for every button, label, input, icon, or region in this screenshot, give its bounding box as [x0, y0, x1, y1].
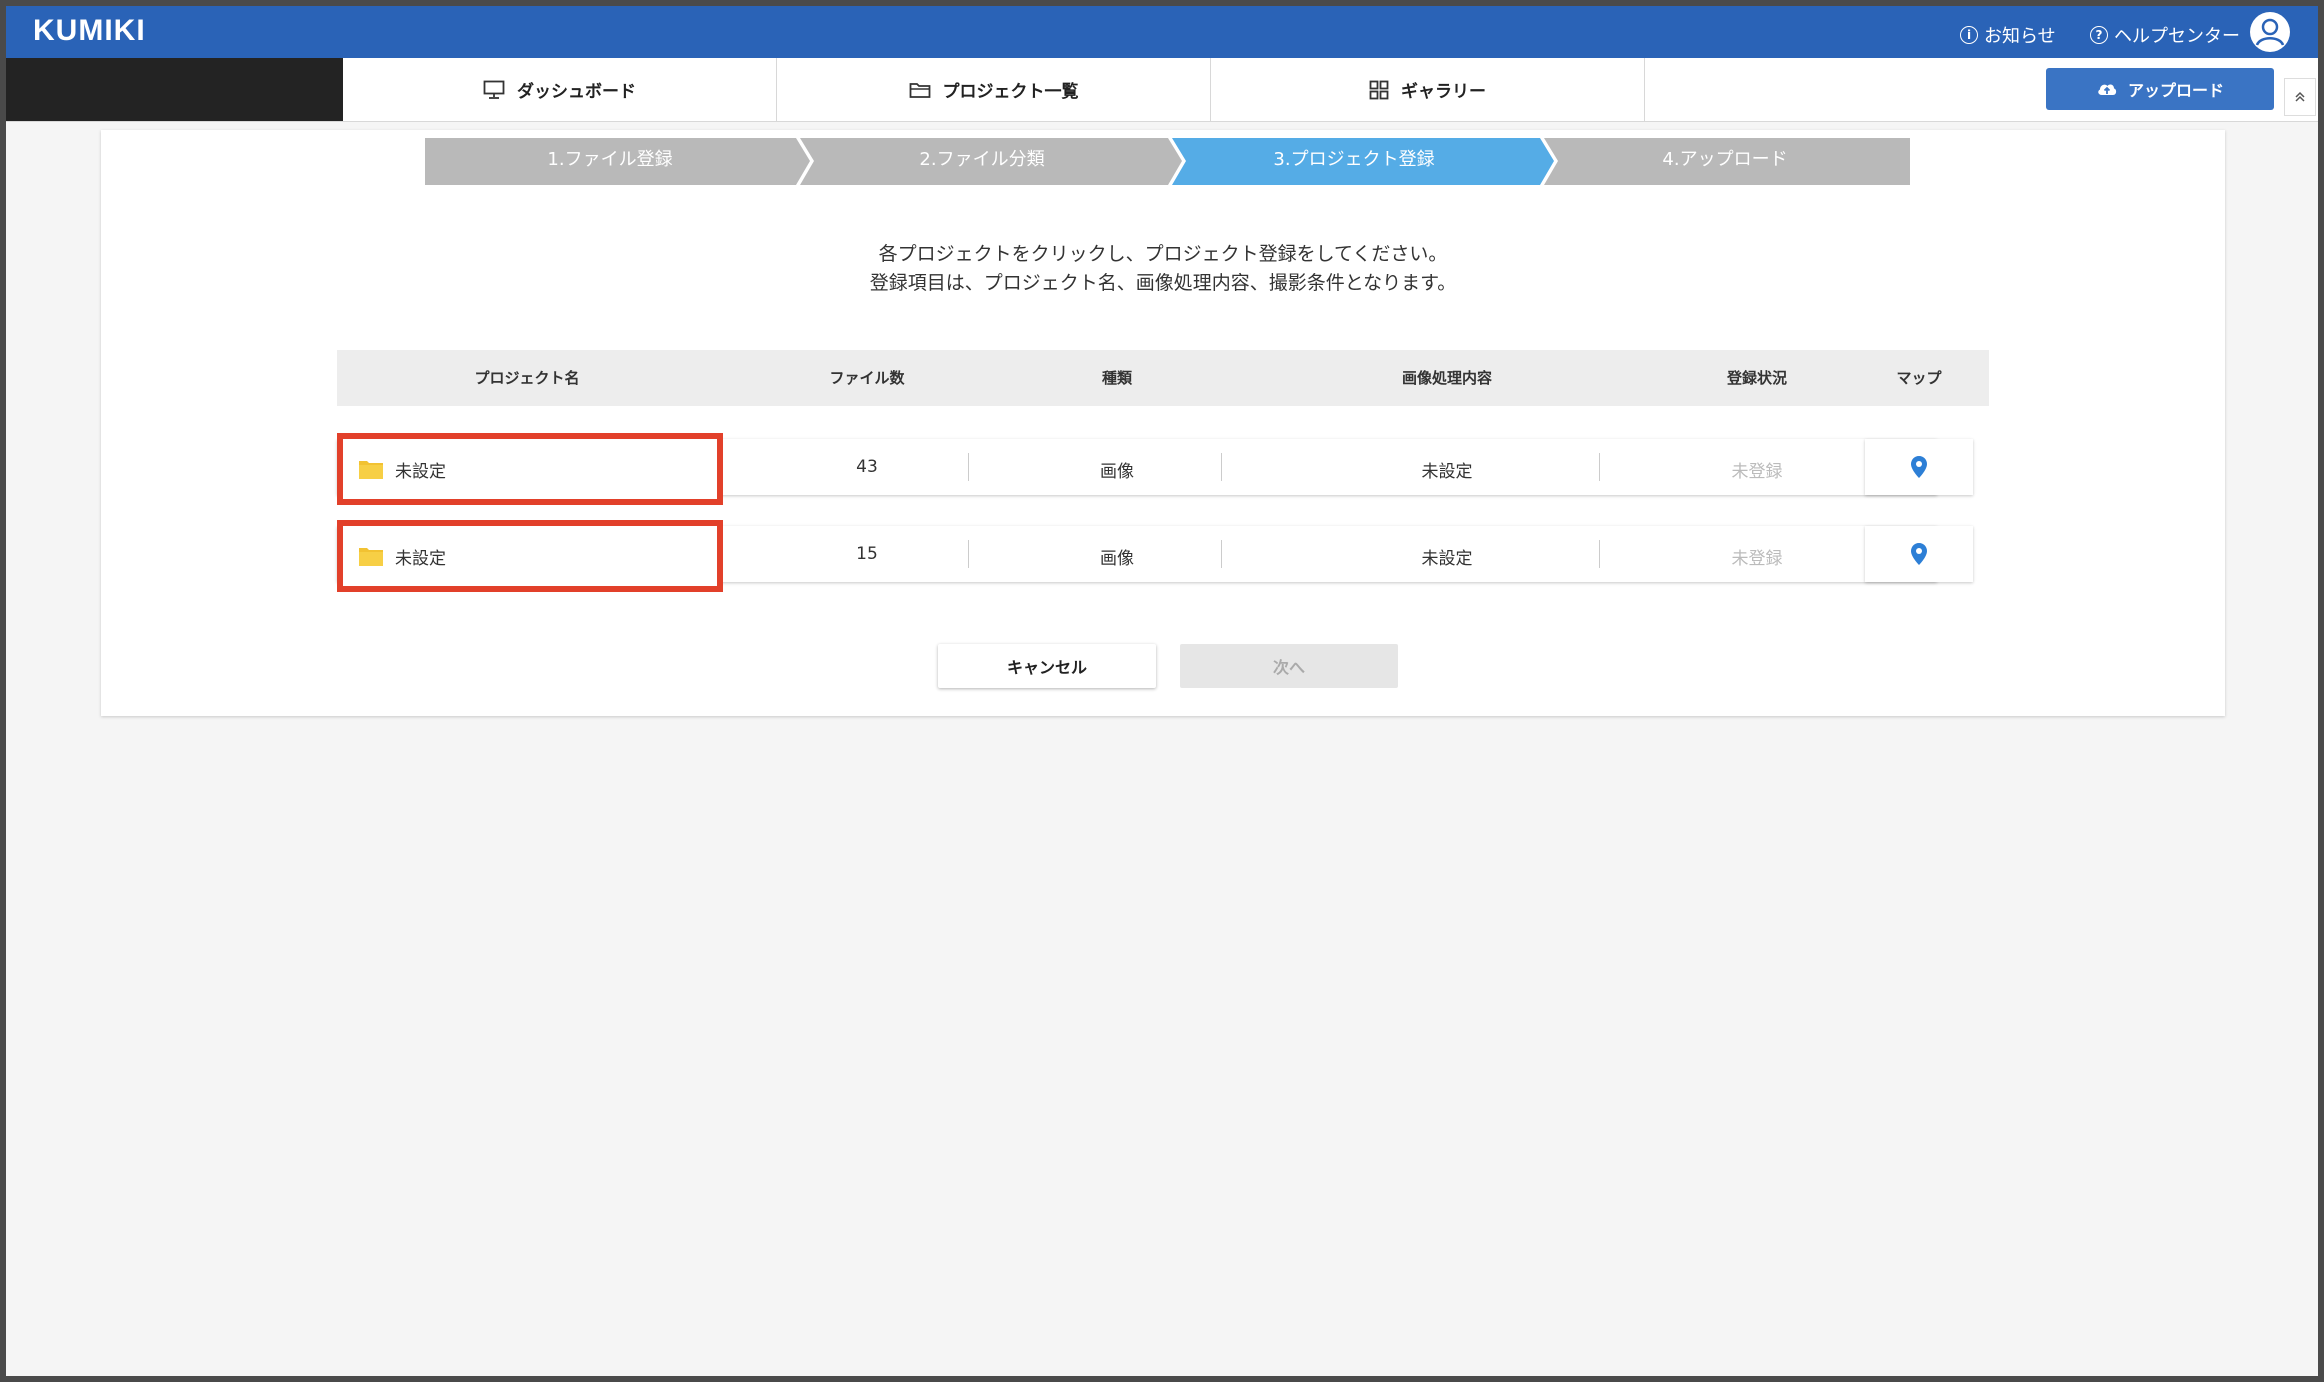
upload-button-label: アップロード: [2127, 81, 2224, 100]
map-pin-button[interactable]: [1865, 526, 1973, 582]
tab-dashboard[interactable]: ダッシュボード: [343, 58, 777, 121]
folder-icon: [359, 461, 383, 479]
header-map: マップ: [1896, 369, 1942, 387]
project-name: 未設定: [395, 462, 446, 482]
tab-project-list[interactable]: プロジェクト一覧: [777, 58, 1211, 121]
project-name: 未設定: [395, 549, 446, 569]
header-file-count: ファイル数: [829, 369, 905, 387]
column-divider: [968, 453, 969, 481]
table-header: プロジェクト名 ファイル数 種類 画像処理内容 登録状況 マップ: [337, 350, 1989, 406]
registration-status: 未登録: [1731, 462, 1783, 482]
notice-label: お知らせ: [1984, 26, 2056, 47]
registration-status: 未登録: [1731, 549, 1783, 569]
column-divider: [1221, 453, 1222, 481]
notice-link[interactable]: i お知らせ: [1960, 22, 2056, 48]
top-bar: KUMIKI i お知らせ ? ヘルプセンター: [6, 6, 2318, 58]
table-row: 15 画像 未設定 未登録 未設定: [337, 520, 1989, 592]
folder-icon: [909, 82, 930, 98]
project-name-cell-highlighted[interactable]: 未設定: [337, 520, 723, 592]
tab-dashboard-label: ダッシュボード: [517, 82, 636, 102]
instruction-line-2: 登録項目は、プロジェクト名、画像処理内容、撮影条件となります。: [869, 272, 1457, 294]
tab-gallery-label: ギャラリー: [1401, 82, 1486, 102]
collapse-header-button[interactable]: [2284, 78, 2316, 116]
column-divider: [1221, 540, 1222, 568]
step-1: 1.ファイル登録: [547, 149, 673, 170]
processing: 未設定: [1421, 462, 1473, 482]
step-3-active: 3.プロジェクト登録: [1273, 149, 1435, 170]
tab-gallery[interactable]: ギャラリー: [1211, 58, 1645, 121]
file-type: 画像: [1100, 549, 1134, 569]
column-divider: [1599, 453, 1600, 481]
app-window: KUMIKI i お知らせ ? ヘルプセンター ダッシュボード プロジェクト一覧…: [6, 6, 2318, 1376]
header-processing: 画像処理内容: [1401, 369, 1492, 387]
tab-project-list-label: プロジェクト一覧: [942, 82, 1079, 102]
map-pin-icon: [1911, 456, 1927, 478]
header-type: 種類: [1101, 369, 1132, 387]
step-progress: 1.ファイル登録 2.ファイル分類 3.プロジェクト登録 4.アップロード: [101, 130, 2225, 185]
cancel-button[interactable]: キャンセル: [938, 644, 1156, 688]
info-icon: i: [1960, 26, 1978, 44]
step-arrows: [425, 138, 1910, 185]
user-icon: [2250, 12, 2290, 52]
chevron-double-up-icon: [2295, 91, 2305, 102]
app-logo[interactable]: KUMIKI: [33, 14, 146, 48]
instructions: 各プロジェクトをクリックし、プロジェクト登録をしてください。 登録項目は、プロジ…: [101, 240, 2225, 298]
header-project-name: プロジェクト名: [474, 369, 580, 387]
project-name-cell-highlighted[interactable]: 未設定: [337, 433, 723, 505]
map-pin-icon: [1911, 543, 1927, 565]
nav-spacer: [6, 58, 343, 121]
next-button-disabled: 次へ: [1180, 644, 1398, 688]
upload-button[interactable]: アップロード: [2046, 68, 2274, 110]
step-4: 4.アップロード: [1662, 149, 1788, 170]
map-pin-button[interactable]: [1865, 439, 1973, 495]
file-type: 画像: [1100, 462, 1134, 482]
file-count: 15: [856, 544, 878, 564]
help-center-label: ヘルプセンター: [2114, 26, 2240, 47]
project-registration-card: 1.ファイル登録 2.ファイル分類 3.プロジェクト登録 4.アップロード 各プ…: [101, 130, 2225, 716]
processing: 未設定: [1421, 549, 1473, 569]
header-status: 登録状況: [1726, 369, 1787, 387]
grid-icon: [1369, 80, 1389, 99]
user-avatar[interactable]: [2250, 12, 2290, 52]
question-icon: ?: [2090, 26, 2108, 44]
cloud-upload-icon: [2098, 84, 2117, 95]
folder-icon: [359, 548, 383, 566]
table-row: 43 画像 未設定 未登録 未設定: [337, 433, 1989, 505]
main-nav: ダッシュボード プロジェクト一覧 ギャラリー アップロード: [6, 58, 2318, 122]
step-2: 2.ファイル分類: [919, 149, 1045, 170]
monitor-icon: [483, 80, 505, 99]
help-center-link[interactable]: ? ヘルプセンター: [2090, 22, 2240, 48]
column-divider: [968, 540, 969, 568]
instruction-line-1: 各プロジェクトをクリックし、プロジェクト登録をしてください。: [878, 243, 1448, 265]
column-divider: [1599, 540, 1600, 568]
file-count: 43: [856, 457, 878, 477]
